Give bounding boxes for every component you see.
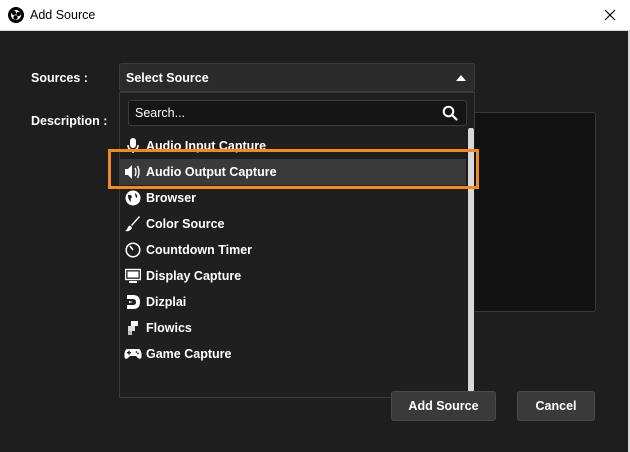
- list-item-label: Display Capture: [146, 269, 242, 283]
- list-item-audio-output-capture[interactable]: Audio Output Capture: [120, 159, 466, 185]
- dropdown-scrollbar[interactable]: [467, 128, 475, 396]
- cancel-button[interactable]: Cancel: [517, 391, 595, 421]
- title-bar: Add Source: [0, 0, 630, 31]
- search-box[interactable]: [128, 100, 467, 126]
- globe-icon: [124, 189, 142, 207]
- list-item-dizplai[interactable]: Dizplai: [120, 289, 466, 315]
- list-item-label: Browser: [146, 191, 197, 205]
- list-item-label: Game Capture: [146, 347, 232, 361]
- list-item-color-source[interactable]: Color Source: [120, 211, 466, 237]
- microphone-icon: [124, 137, 142, 155]
- list-item-countdown-timer[interactable]: Countdown Timer: [120, 237, 466, 263]
- scrollbar-thumb[interactable]: [468, 128, 474, 396]
- add-source-button[interactable]: Add Source: [391, 391, 496, 421]
- description-label: Description :: [31, 114, 108, 128]
- search-icon[interactable]: [442, 105, 458, 121]
- list-item-label: Flowics: [146, 321, 192, 335]
- add-source-dialog: Sources : Description : Select Source Se…: [0, 31, 630, 452]
- list-item-audio-input-capture[interactable]: Audio Input Capture: [120, 136, 466, 159]
- chevron-up-icon: [456, 75, 466, 81]
- list-item-display-capture[interactable]: Display Capture: [120, 263, 466, 289]
- list-item-label: Dizplai: [146, 295, 187, 309]
- list-item-label: Audio Output Capture: [146, 165, 277, 179]
- search-input[interactable]: [135, 104, 425, 122]
- list-item-label: Color Source: [146, 217, 225, 231]
- timer-icon: [124, 241, 142, 259]
- description-box: [475, 112, 596, 312]
- list-item-flowics[interactable]: Flowics: [120, 315, 466, 341]
- flowics-logo-icon: [124, 319, 142, 337]
- window-title: Add Source: [30, 8, 96, 22]
- close-icon[interactable]: [602, 7, 618, 23]
- gamepad-icon: [124, 345, 142, 363]
- list-item-game-capture[interactable]: Game Capture: [120, 341, 466, 367]
- source-list: Audio Input Capture Audio Output Capture: [120, 136, 466, 396]
- dizplai-logo-icon: [124, 293, 142, 311]
- sources-label: Sources :: [31, 71, 88, 85]
- speaker-icon: [124, 163, 142, 181]
- list-item-label: Countdown Timer: [146, 243, 253, 257]
- list-item-label: Audio Input Capture: [146, 139, 267, 153]
- source-select-value: Select Source: [126, 70, 209, 85]
- source-select[interactable]: Select Source: [119, 63, 475, 92]
- source-dropdown: Audio Input Capture Audio Output Capture: [119, 92, 475, 398]
- list-item-browser[interactable]: Browser: [120, 185, 466, 211]
- brush-icon: [124, 215, 142, 233]
- obs-logo-icon: [8, 7, 24, 23]
- monitor-icon: [124, 267, 142, 285]
